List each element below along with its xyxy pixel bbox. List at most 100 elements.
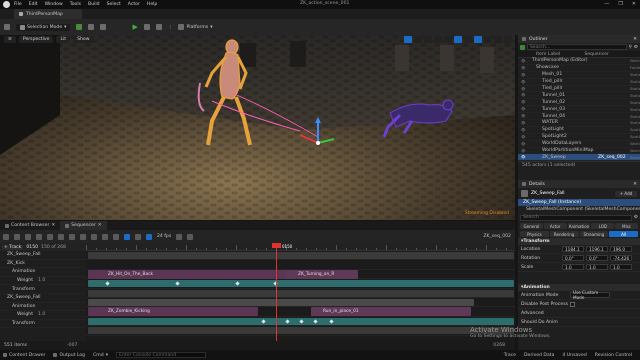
settings-icon[interactable]: ⚙ [634, 45, 638, 50]
world-space-icon[interactable] [434, 36, 442, 43]
viewport-scene[interactable] [0, 35, 515, 220]
filter-icon[interactable] [58, 233, 64, 240]
maximize-button[interactable]: ❐ [618, 1, 622, 7]
level-tab[interactable]: ThirdPersonMap [14, 9, 82, 19]
advanced-row[interactable]: Advanced [518, 309, 640, 318]
menu-tools[interactable]: Tools [70, 2, 81, 7]
transform-icon[interactable] [113, 233, 119, 240]
scale-y[interactable]: 1.0 [586, 264, 608, 270]
visibility-eye-icon[interactable]: 👁 [521, 93, 525, 97]
revision-control-button[interactable]: Revision Control [595, 353, 632, 358]
menu-window[interactable]: Window [45, 2, 63, 7]
rotation-size-icon[interactable] [484, 36, 492, 43]
outliner-row[interactable]: 👁 Tied_pillr StaticM [518, 79, 640, 86]
track-row[interactable]: Transform [0, 285, 86, 294]
rotation-y[interactable]: 0.0° [586, 255, 608, 261]
section-bar[interactable] [88, 280, 514, 288]
visibility-eye-icon[interactable]: 👁 [521, 149, 525, 153]
stop-button[interactable] [155, 24, 162, 30]
rotate-tool-icon[interactable] [414, 36, 422, 43]
outliner-row[interactable]: 👁 WorldDataLayers WorldD [518, 141, 640, 148]
menu-help[interactable]: Help [147, 2, 157, 7]
platforms-dropdown[interactable]: Platforms ▾ [178, 24, 213, 30]
play-button[interactable]: ▶ [132, 23, 137, 31]
close-icon[interactable]: ✕ [98, 223, 102, 228]
filter-streaming[interactable]: Streaming [579, 231, 609, 237]
outliner-row[interactable]: 👁 Tunnel_03 StaticM [518, 106, 640, 114]
outliner-row[interactable]: 👁 Tunnel_04 StaticM [518, 113, 640, 121]
transform-section[interactable]: ▾ Transform [518, 238, 640, 245]
track-row[interactable]: ZK_Sweep_Fall [0, 251, 86, 260]
cinematics-button[interactable] [100, 24, 107, 30]
actor-to-sequencer-icon[interactable] [47, 233, 53, 240]
minimize-button[interactable]: — [604, 1, 609, 7]
track-value[interactable]: 1.0 [38, 312, 45, 317]
filter-icon[interactable]: ⚲ [629, 45, 632, 50]
current-time[interactable]: 0150 [26, 245, 38, 250]
track-value[interactable]: 1.0 [38, 278, 45, 283]
camera-speed-icon[interactable] [494, 36, 502, 43]
grid-size-icon[interactable] [464, 36, 472, 43]
visibility-eye-icon[interactable]: 👁 [521, 100, 525, 104]
animation-mode-dropdown[interactable]: Use Custom Mode [570, 290, 610, 300]
filter-physics[interactable]: Physics [520, 231, 549, 237]
track-row[interactable]: ZK_Kick [0, 260, 86, 269]
blueprint-button[interactable] [88, 24, 95, 30]
visibility-eye-icon[interactable]: 👁 [521, 135, 525, 139]
key-all-icon[interactable] [135, 233, 141, 240]
translate-tool-icon[interactable] [404, 36, 412, 43]
visibility-eye-icon[interactable]: 👁 [521, 59, 525, 63]
section-bar[interactable] [88, 252, 514, 259]
add-actor-button[interactable] [76, 24, 83, 30]
cmd-dropdown[interactable]: Cmd ▾ [93, 353, 108, 358]
visibility-eye-icon[interactable]: 👁 [521, 87, 525, 91]
unsaved-button[interactable]: 4 Unsaved [562, 353, 586, 358]
playhead-handle[interactable] [272, 243, 281, 248]
save-icon[interactable] [3, 233, 9, 240]
maximize-viewport-icon[interactable] [504, 36, 512, 43]
close-icon[interactable]: ✕ [51, 223, 55, 228]
selection-mode-dropdown[interactable]: Selection Mode ▾ [16, 23, 71, 31]
outliner-row[interactable]: 👁 Tunnel_01 StaticM [518, 92, 640, 100]
step-button[interactable] [143, 24, 150, 30]
viewport-menu-button[interactable]: ≡ [4, 36, 16, 43]
frame-icon[interactable] [176, 233, 183, 240]
show-button[interactable]: Show [73, 36, 94, 43]
sequencer-timeline[interactable]: ZK_Hit_On_The_Back ZK_Turning_on_R ZK_Zomb… [86, 243, 515, 341]
location-x[interactable]: 1184.1 [562, 246, 584, 252]
track-row[interactable]: Weight 1.0 [0, 277, 86, 286]
output-log-button[interactable]: Output Log [53, 353, 85, 358]
scale-tool-icon[interactable] [424, 36, 432, 43]
close-icon[interactable]: ✕ [633, 37, 637, 42]
fps-dropdown[interactable]: 24 fps [157, 234, 171, 239]
search-icon[interactable] [14, 233, 20, 240]
render-icon[interactable] [36, 233, 42, 240]
save-button[interactable] [4, 24, 10, 30]
filter-lod[interactable]: LOD [591, 223, 615, 229]
rotation-snap-icon[interactable] [474, 36, 482, 43]
disable-post-process-checkbox[interactable] [570, 301, 575, 307]
close-icon[interactable]: ✕ [633, 182, 637, 187]
curve-icon[interactable] [102, 233, 108, 240]
actor-name[interactable]: ZK_Sweep_Fall [531, 191, 565, 196]
outliner-row[interactable]: 👁 Mesh_01 StaticM [518, 72, 640, 79]
tab-content-browser[interactable]: Content Browser ✕ [0, 221, 60, 230]
trace-button[interactable]: Trace [504, 353, 516, 358]
settings-icon[interactable]: ⚙ [634, 215, 638, 220]
menu-edit[interactable]: Edit [29, 2, 38, 7]
outliner-row[interactable]: 👁 SpotLight2 SpotLig [518, 134, 640, 141]
timeline-lane[interactable] [86, 260, 515, 270]
unreal-logo-icon[interactable] [3, 1, 10, 8]
outliner-row[interactable]: 👁 Tied_pillr StaticM [518, 86, 640, 93]
visibility-eye-icon[interactable]: 👁 [521, 66, 525, 70]
outliner-row[interactable]: 👁 WATER StaticM [518, 120, 640, 127]
add-icon[interactable] [520, 44, 525, 50]
visibility-eye-icon[interactable]: 👁 [521, 114, 525, 118]
range-end[interactable]: 0268 [493, 343, 505, 348]
tab-sequencer[interactable]: Sequencer ✕ [60, 221, 107, 230]
rotation-z[interactable]: -74.426 [610, 255, 632, 261]
lit-button[interactable]: Lit [56, 36, 71, 43]
track-row[interactable]: Transform [0, 320, 86, 329]
surface-snap-icon[interactable] [444, 36, 452, 43]
outliner-search-input[interactable]: Search... [527, 44, 627, 50]
